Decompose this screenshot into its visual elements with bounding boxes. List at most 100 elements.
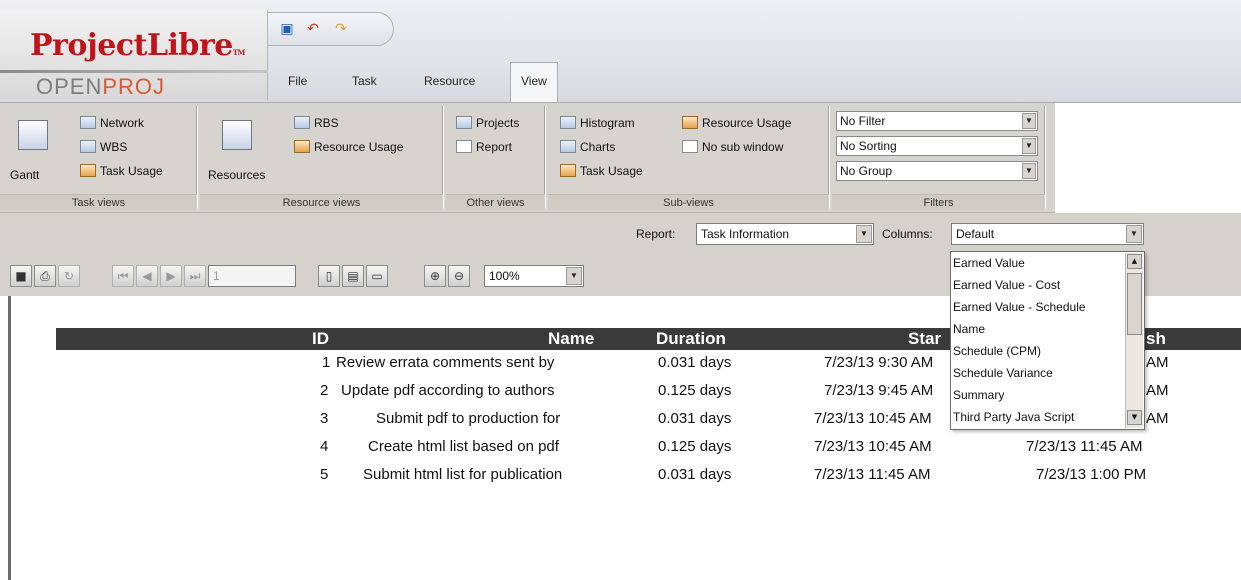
projects-button[interactable]: Projects xyxy=(456,114,519,132)
columns-option[interactable]: Third Party Java Script xyxy=(953,406,1125,428)
scroll-up-icon[interactable]: ▲ xyxy=(1127,254,1142,269)
task-usage-icon xyxy=(80,164,96,177)
columns-option[interactable]: Earned Value xyxy=(953,252,1125,274)
group-filters: No Filter ▼ No Sorting ▼ No Group ▼ Filters xyxy=(832,106,1046,210)
last-page-icon[interactable]: ⏭ xyxy=(184,265,206,287)
page-number-input[interactable]: 1 xyxy=(208,265,296,287)
cell-id: 3 xyxy=(320,410,329,427)
sub-task-usage-button[interactable]: Task Usage xyxy=(560,162,643,180)
columns-option[interactable]: Earned Value - Schedule xyxy=(953,296,1125,318)
resources-button[interactable]: Resources xyxy=(208,166,265,184)
tab-file[interactable]: File xyxy=(278,66,317,102)
network-button[interactable]: Network xyxy=(80,114,144,132)
columns-option[interactable]: Name xyxy=(953,318,1125,340)
column-header-finish: sh xyxy=(1146,329,1166,348)
page-margin-bar xyxy=(8,296,11,580)
cell-duration: 0.031 days xyxy=(658,410,732,427)
chevron-down-icon[interactable]: ▼ xyxy=(1022,163,1036,179)
histogram-button[interactable]: Histogram xyxy=(560,114,635,132)
next-page-icon[interactable]: ▶ xyxy=(160,265,182,287)
blank-window-icon xyxy=(682,140,698,153)
zoom-select[interactable]: 100% ▼ xyxy=(484,265,584,287)
no-sub-window-button[interactable]: No sub window xyxy=(682,138,783,156)
column-header-name: Name xyxy=(548,329,595,348)
group-other-views: Projects Report Other views xyxy=(446,106,546,210)
group-select[interactable]: No Group ▼ xyxy=(836,161,1038,181)
group-task-views: Gantt Network WBS Task Usage Task views xyxy=(0,106,198,210)
resource-usage-icon xyxy=(682,116,698,129)
columns-select[interactable]: Default ▼ xyxy=(951,223,1144,245)
cell-name: Update pdf according to authors xyxy=(341,382,555,399)
sub-resource-usage-button[interactable]: Resource Usage xyxy=(682,114,791,132)
cell-start: 7/23/13 11:45 AM xyxy=(814,466,931,483)
columns-dropdown-list: Earned Value Earned Value - Cost Earned … xyxy=(950,251,1145,430)
gantt-button[interactable]: Gantt xyxy=(10,166,39,184)
report-select[interactable]: Task Information ▼ xyxy=(696,223,874,245)
rbs-icon xyxy=(294,116,310,129)
task-usage-button[interactable]: Task Usage xyxy=(80,162,163,180)
chevron-down-icon[interactable]: ▼ xyxy=(1126,225,1142,243)
cell-name: Create html list based on pdf xyxy=(368,438,559,455)
cell-id: 1 xyxy=(322,354,331,371)
rbs-button[interactable]: RBS xyxy=(294,114,339,132)
first-page-icon[interactable]: ⏮ xyxy=(112,265,134,287)
group-label: Resource views xyxy=(200,194,443,210)
logo-main: ProjectLibreTM xyxy=(30,28,245,63)
wbs-button[interactable]: WBS xyxy=(80,138,127,156)
undo-icon[interactable]: ↶ xyxy=(304,21,322,37)
cell-name: Review errata comments sent by xyxy=(336,354,555,371)
resource-usage-icon xyxy=(294,140,310,153)
network-icon xyxy=(80,116,96,129)
group-label: Filters xyxy=(832,194,1045,210)
print-icon[interactable]: ⎙ xyxy=(34,265,56,287)
refresh-icon[interactable]: ↻ xyxy=(58,265,80,287)
cell-id: 4 xyxy=(320,438,329,455)
previous-page-icon[interactable]: ◀ xyxy=(136,265,158,287)
ribbon-filler xyxy=(1055,103,1241,213)
report-button[interactable]: Report xyxy=(456,138,512,156)
columns-option[interactable]: Earned Value - Cost xyxy=(953,274,1125,296)
scroll-down-icon[interactable]: ▼ xyxy=(1127,410,1142,425)
cell-finish: 7/23/13 1:00 PM xyxy=(1036,466,1147,483)
sorting-select[interactable]: No Sorting ▼ xyxy=(836,136,1038,156)
cell-finish: AM xyxy=(1146,382,1169,399)
redo-icon[interactable]: ↷ xyxy=(332,21,350,37)
cell-name: Submit html list for publication xyxy=(363,466,563,483)
tab-task[interactable]: Task xyxy=(342,66,387,102)
filter-select[interactable]: No Filter ▼ xyxy=(836,111,1038,131)
cell-start: 7/23/13 10:45 AM xyxy=(814,438,932,455)
tab-resource[interactable]: Resource xyxy=(414,66,485,102)
cell-duration: 0.125 days xyxy=(658,438,732,455)
cell-finish: AM xyxy=(1146,410,1169,427)
columns-option[interactable]: Schedule Variance xyxy=(953,362,1125,384)
chevron-down-icon[interactable]: ▼ xyxy=(1022,138,1036,154)
group-sub-views: Histogram Charts Task Usage Resource Usa… xyxy=(548,106,830,210)
tab-view[interactable]: View xyxy=(510,62,558,102)
zoom-out-icon[interactable]: ⊖ xyxy=(448,265,470,287)
cell-id: 5 xyxy=(320,466,329,483)
group-resource-views: Resources RBS Resource Usage Resource vi… xyxy=(200,106,444,210)
group-label: Other views xyxy=(446,194,545,210)
column-header-id: ID xyxy=(312,329,329,348)
charts-button[interactable]: Charts xyxy=(560,138,615,156)
columns-scrollbar[interactable]: ▲ ▼ xyxy=(1125,253,1143,428)
zoom-in-icon[interactable]: ⊕ xyxy=(424,265,446,287)
columns-label: Columns: xyxy=(882,227,933,241)
page-setup-icon[interactable]: ▤ xyxy=(342,265,364,287)
group-label: Sub-views xyxy=(548,194,829,210)
save-icon[interactable]: ■ xyxy=(10,265,32,287)
portrait-page-icon[interactable]: ▯ xyxy=(318,265,340,287)
landscape-page-icon[interactable]: ▭ xyxy=(366,265,388,287)
cell-duration: 0.031 days xyxy=(658,466,732,483)
scrollbar-thumb[interactable] xyxy=(1127,273,1142,335)
report-label: Report: xyxy=(636,227,676,241)
resource-usage-button[interactable]: Resource Usage xyxy=(294,138,403,156)
columns-option[interactable]: Schedule (CPM) xyxy=(953,340,1125,362)
gantt-icon xyxy=(18,120,48,150)
columns-option[interactable]: Summary xyxy=(953,384,1125,406)
chevron-down-icon[interactable]: ▼ xyxy=(856,225,872,243)
chevron-down-icon[interactable]: ▼ xyxy=(1022,113,1036,129)
chevron-down-icon[interactable]: ▼ xyxy=(566,267,582,285)
save-icon[interactable]: ▣ xyxy=(278,21,296,37)
cell-duration: 0.125 days xyxy=(658,382,732,399)
